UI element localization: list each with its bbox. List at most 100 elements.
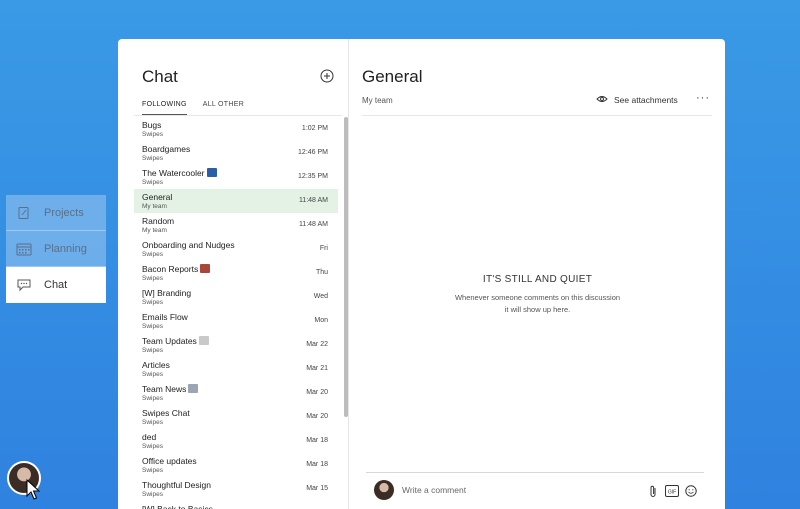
comment-input[interactable] xyxy=(402,485,642,495)
chat-item-name-text: ded xyxy=(142,432,157,442)
tab-all-other[interactable]: ALL OTHER xyxy=(203,101,244,115)
calendar-icon xyxy=(16,241,32,257)
chat-item-team: Swipes xyxy=(142,419,163,426)
chat-item-name-text: [W] Back to Basics xyxy=(142,504,213,509)
chat-list-item[interactable]: [W] Branding Swipes Wed xyxy=(134,285,338,309)
chat-item-time: Mon xyxy=(314,317,328,324)
composer-divider xyxy=(366,472,704,473)
see-attachments-button[interactable]: See attachments xyxy=(596,95,678,105)
svg-text:GIF: GIF xyxy=(668,489,676,495)
empty-state-line: it will show up here. xyxy=(504,305,571,314)
emoji-icon xyxy=(206,168,217,177)
chat-item-name-text: [W] Branding xyxy=(142,288,192,298)
chat-item-name-text: Team News xyxy=(142,384,187,394)
more-options-button[interactable]: ··· xyxy=(696,92,710,104)
chat-item-time: Mar 18 xyxy=(306,461,328,468)
chat-list-item[interactable]: Onboarding and Nudges Swipes Fri xyxy=(134,237,338,261)
chat-item-team: Swipes xyxy=(142,299,163,306)
nav-item-label: Planning xyxy=(44,242,87,255)
chat-list-item[interactable]: Team Updates Swipes Mar 22 xyxy=(134,333,338,357)
divider xyxy=(134,115,342,116)
emoji-icon[interactable] xyxy=(685,485,697,497)
chat-item-name-text: Bacon Reports xyxy=(142,264,199,274)
chat-list-pane: Chat FOLLOWING ALL OTHER Bugs Swipes 1:02 … xyxy=(118,39,349,509)
tab-following[interactable]: FOLLOWING xyxy=(142,101,187,115)
chat-item-time: 12:35 PM xyxy=(298,173,328,180)
chat-item-team: Swipes xyxy=(142,347,163,354)
chat-list-item[interactable]: Bacon Reports Swipes Thu xyxy=(134,261,338,285)
nav-item-label: Projects xyxy=(44,206,84,219)
chat-list-item[interactable]: [W] Back to BasicsSwipesMar 15 xyxy=(134,501,338,509)
chat-item-time: Mar 20 xyxy=(306,389,328,396)
chat-item-name-text: Thoughtful Design xyxy=(142,480,211,490)
emoji-icon xyxy=(200,264,211,273)
chat-list-item[interactable]: Articles Swipes Mar 21 xyxy=(134,357,338,381)
chat-item-time: 12:46 PM xyxy=(298,149,328,156)
chat-item-name-text: Office updates xyxy=(142,456,197,466)
empty-state-line: Whenever someone comments on this discus… xyxy=(454,293,621,302)
chat-item-name: Emails Flow xyxy=(142,309,338,322)
composer-avatar xyxy=(374,480,394,500)
chat-item-name-text: Boardgames xyxy=(142,144,191,154)
chat-item-time: Fri xyxy=(319,245,328,252)
chat-list-item[interactable]: Random My team 11:48 AM xyxy=(134,213,338,237)
speech-bubble-icon xyxy=(16,277,32,293)
mouse-cursor-icon xyxy=(26,479,40,500)
chat-item-time: Mar 21 xyxy=(306,365,328,372)
paperclip-icon[interactable] xyxy=(648,485,658,498)
chat-list-item[interactable]: Office updates Swipes Mar 18 xyxy=(134,453,338,477)
see-attachments-label: See attachments xyxy=(614,95,678,105)
chat-item-name: [W] Branding xyxy=(142,285,338,298)
chat-item-time: Mar 18 xyxy=(306,437,328,444)
chat-item-name-text: Bugs xyxy=(142,120,162,130)
chat-item-time: Wed xyxy=(313,293,328,300)
scrollbar[interactable] xyxy=(344,117,348,417)
chat-item-time: Thu xyxy=(315,269,328,276)
gif-icon[interactable]: GIF xyxy=(665,485,679,497)
chat-item-name-text: Swipes Chat xyxy=(142,408,190,418)
nav-item-projects[interactable]: Projects xyxy=(6,195,106,231)
chat-item-name: [W] Back to Basics xyxy=(142,501,338,509)
emoji-icon xyxy=(198,336,209,345)
chat-item-team: Swipes xyxy=(142,131,163,138)
chat-item-team: Swipes xyxy=(142,491,163,498)
chat-item-time: 1:02 PM xyxy=(301,125,328,132)
nav-item-label: Chat xyxy=(44,278,68,291)
chat-list-item[interactable]: Boardgames Swipes 12:46 PM xyxy=(134,141,338,165)
chat-item-name: Bacon Reports xyxy=(142,261,338,274)
chat-list-item[interactable]: Thoughtful Design Swipes Mar 15 xyxy=(134,477,338,501)
chat-item-name: Onboarding and Nudges xyxy=(142,237,338,250)
chat-item-time: 11:48 AM xyxy=(298,221,328,228)
eye-icon xyxy=(596,95,608,105)
nav-item-planning[interactable]: Planning xyxy=(6,231,106,267)
empty-state-text: Whenever someone comments on this discus… xyxy=(350,292,725,316)
discussion-title: General xyxy=(362,67,423,86)
chat-item-name-text: Team Updates xyxy=(142,336,197,346)
chat-item-team: Swipes xyxy=(142,251,163,258)
chat-item-name-text: General xyxy=(142,192,173,202)
chat-item-team: Swipes xyxy=(142,323,163,330)
chat-item-name-text: Articles xyxy=(142,360,170,370)
add-circle-icon[interactable] xyxy=(320,69,334,83)
nav-item-chat[interactable]: Chat xyxy=(6,267,106,303)
chat-item-name-text: Onboarding and Nudges xyxy=(142,240,235,250)
chat-item-team: Swipes xyxy=(142,443,163,450)
chat-item-time: Mar 22 xyxy=(306,341,328,348)
chat-list-item[interactable]: The Watercooler Swipes 12:35 PM xyxy=(134,165,338,189)
emoji-icon xyxy=(188,384,199,393)
chat-list-item[interactable]: ded Swipes Mar 18 xyxy=(134,429,338,453)
chat-item-name-text: Random xyxy=(142,216,175,226)
chat-item-team: Swipes xyxy=(142,179,163,186)
chat-item-time: Mar 20 xyxy=(306,413,328,420)
chat-item-time: 11:48 AM xyxy=(298,197,328,204)
chat-item-team: Swipes xyxy=(142,371,163,378)
chat-item-name-text: The Watercooler xyxy=(142,168,205,178)
divider xyxy=(362,115,712,116)
chat-list-item[interactable]: Swipes Chat Swipes Mar 20 xyxy=(134,405,338,429)
chat-item-team: Swipes xyxy=(142,395,163,402)
chat-list-item[interactable]: Team News Swipes Mar 20 xyxy=(134,381,338,405)
chat-list-item[interactable]: Emails Flow Swipes Mon xyxy=(134,309,338,333)
chat-list-item[interactable]: Bugs Swipes 1:02 PM xyxy=(134,117,338,141)
chat-list-item[interactable]: General My team 11:48 AM xyxy=(134,189,338,213)
side-nav: Projects Planning Chat xyxy=(6,195,106,303)
